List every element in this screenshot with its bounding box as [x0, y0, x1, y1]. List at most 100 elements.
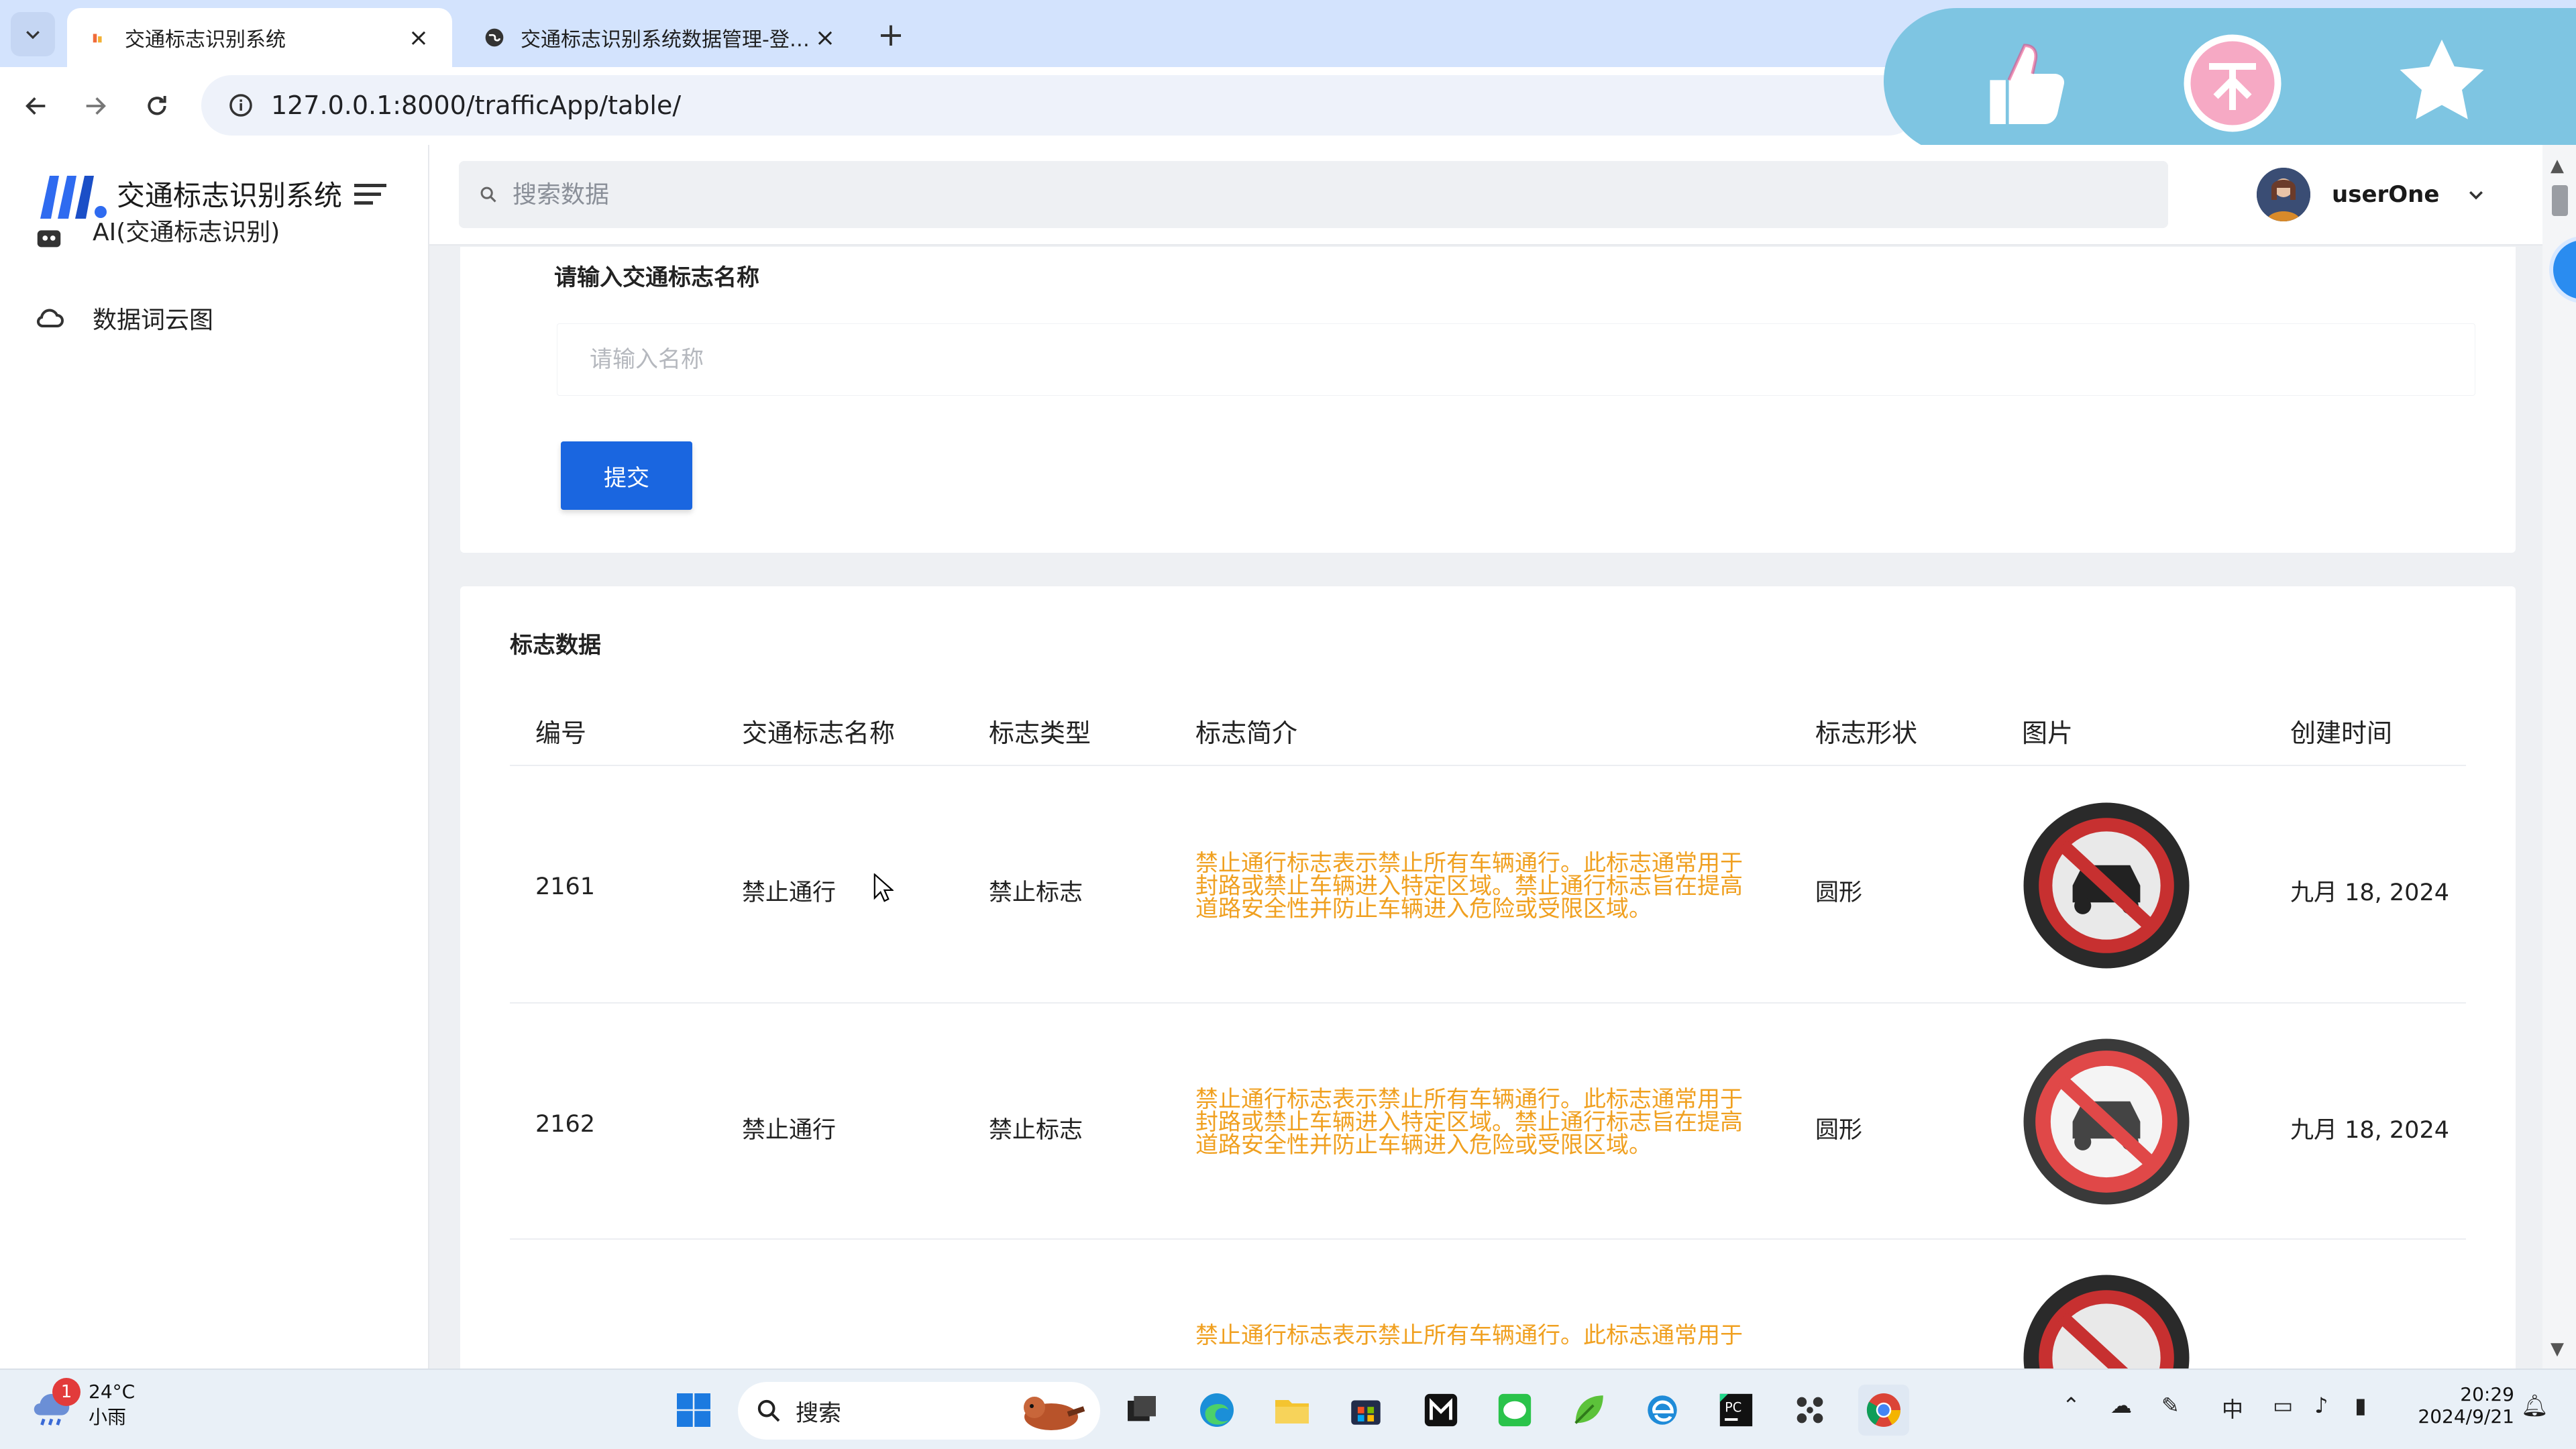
tab-search-button[interactable]	[11, 12, 55, 56]
column-header-desc[interactable]: 标志简介	[1195, 712, 1297, 749]
table-row[interactable]: 2162 禁止通行 禁止标志 禁止通行标志表示禁止所有车辆通行。此标志通常用于 …	[510, 1004, 2466, 1240]
task-view-icon[interactable]	[1116, 1385, 1167, 1436]
tab-title: 交通标志识别系统数据管理-登…	[521, 28, 810, 52]
cloud-sync-icon[interactable]: ☁	[2110, 1393, 2132, 1418]
desc-line: 封路或禁止车辆进入特定区域。禁止通行标志旨在提高	[1195, 1109, 1743, 1136]
mouse-cursor-icon	[873, 873, 894, 902]
chrome-icon[interactable]	[1858, 1385, 1909, 1436]
pycharm-icon[interactable]: PC	[1711, 1385, 1762, 1436]
volume-icon[interactable]: ♪	[2314, 1393, 2328, 1418]
battery-icon[interactable]: ▮	[2355, 1393, 2367, 1418]
taskbar-clock[interactable]: 20:29 2024/9/21	[2407, 1383, 2514, 1428]
close-icon[interactable]: ×	[812, 24, 839, 52]
coin-button[interactable]	[2179, 30, 2286, 137]
search-icon	[480, 186, 496, 203]
page-scrollbar[interactable]: ▲ ▼	[2542, 145, 2576, 1368]
ime-indicator[interactable]: 中	[2222, 1393, 2243, 1424]
arrow-left-icon	[25, 97, 46, 115]
weather-widget[interactable]: 1 24°C 小雨	[28, 1377, 135, 1430]
tab-traffic-system[interactable]: 交通标志识别系统 ×	[67, 8, 452, 67]
leaf-app-icon[interactable]	[1563, 1385, 1614, 1436]
desc-line: 道路安全性并防止车辆进入危险或受限区域。	[1195, 1132, 1652, 1159]
app-title: 交通标志识别系统	[117, 178, 343, 212]
submit-button[interactable]: 提交	[561, 441, 692, 510]
reload-button[interactable]	[137, 86, 177, 126]
sign-name-input[interactable]	[557, 323, 2475, 396]
cell-desc: 禁止通行标志表示禁止所有车辆通行。此标志通常用于	[1195, 1324, 1766, 1347]
user-menu[interactable]: userOne	[2257, 168, 2486, 221]
chevron-up-icon[interactable]: ⌃	[2062, 1393, 2080, 1418]
sign-data-card: 标志数据 编号 交通标志名称 标志类型 标志简介 标志形状 图片 创建时间 21…	[460, 586, 2516, 1368]
taskbar-search[interactable]: 搜索	[738, 1382, 1100, 1440]
url-text: 127.0.0.1:8000/trafficApp/table/	[271, 91, 682, 120]
cell-name: 禁止通行	[742, 879, 837, 906]
form-label: 请输入交通标志名称	[554, 264, 759, 291]
reload-icon	[148, 96, 166, 115]
ie-browser-icon[interactable]	[1637, 1385, 1688, 1436]
cell-desc: 禁止通行标志表示禁止所有车辆通行。此标志通常用于 封路或禁止车辆进入特定区域。禁…	[1195, 1088, 1766, 1157]
network-icon[interactable]: ▭	[2273, 1393, 2293, 1418]
column-header-image[interactable]: 图片	[2022, 712, 2073, 749]
coin-icon	[2184, 34, 2282, 132]
taskbar-search-label: 搜索	[796, 1399, 841, 1427]
user-name: userOne	[2332, 181, 2440, 208]
table-row[interactable]: 禁止通行标志表示禁止所有车辆通行。此标志通常用于	[510, 1240, 2466, 1368]
cell-type: 禁止标志	[989, 1117, 1083, 1144]
clock-date: 2024/9/21	[2418, 1405, 2514, 1428]
menu-toggle-icon[interactable]	[354, 180, 389, 209]
info-icon[interactable]	[228, 93, 254, 118]
scrollbar-thumb[interactable]	[2552, 185, 2568, 216]
favorite-button[interactable]	[2388, 30, 2496, 137]
store-icon[interactable]	[1340, 1385, 1391, 1436]
no-entry-sign-image[interactable]	[2022, 1273, 2191, 1368]
globe-icon	[483, 26, 506, 49]
like-button[interactable]	[1971, 30, 2078, 137]
edge-browser-icon[interactable]	[1191, 1385, 1242, 1436]
sidebar-item-ai[interactable]: AI(交通标志识别)	[32, 220, 280, 254]
notification-bell-icon[interactable]: 🔔︎	[2521, 1393, 2548, 1418]
sidebar-item-wordcloud[interactable]: 数据词云图	[32, 291, 213, 345]
grid-app-icon[interactable]	[1784, 1385, 1835, 1436]
desc-line: 禁止通行标志表示禁止所有车辆通行。此标志通常用于	[1195, 1322, 1743, 1349]
cell-type: 禁止标志	[989, 879, 1083, 906]
tab-data-management[interactable]: 交通标志识别系统数据管理-登… ×	[463, 8, 859, 67]
cloud-icon	[32, 301, 66, 335]
chevron-down-icon[interactable]	[2466, 184, 2486, 205]
column-header-created[interactable]: 创建时间	[2290, 712, 2392, 749]
back-button[interactable]	[16, 86, 56, 126]
os-taskbar: 1 24°C 小雨 搜索 PC ⌃ ☁ ✎ 中 ▭ ♪ ▮ 20:29 2024…	[0, 1368, 2576, 1449]
address-bar[interactable]: 127.0.0.1:8000/trafficApp/table/	[201, 75, 1919, 136]
app-m-icon[interactable]	[1415, 1385, 1466, 1436]
table-title: 标志数据	[510, 632, 601, 659]
search-icon	[757, 1399, 780, 1422]
global-search[interactable]	[459, 161, 2168, 228]
search-input[interactable]	[513, 180, 2055, 209]
close-icon[interactable]: ×	[405, 24, 432, 52]
wechat-icon[interactable]	[1489, 1385, 1540, 1436]
search-form-card: 请输入交通标志名称 提交	[460, 247, 2516, 553]
avatar[interactable]	[2257, 168, 2310, 221]
sidebar-item-label: 数据词云图	[93, 307, 214, 334]
app-favicon-icon	[87, 26, 110, 49]
column-header-shape[interactable]: 标志形状	[1815, 712, 1917, 749]
no-entry-sign-image[interactable]	[2022, 801, 2191, 970]
forward-button[interactable]	[75, 86, 115, 126]
start-button[interactable]	[668, 1385, 719, 1436]
table-row[interactable]: 2161 禁止通行 禁止标志 禁止通行标志表示禁止所有车辆通行。此标志通常用于 …	[510, 767, 2466, 1004]
column-header-id[interactable]: 编号	[535, 712, 586, 749]
app-header: userOne	[429, 145, 2576, 246]
column-header-type[interactable]: 标志类型	[989, 712, 1091, 749]
scroll-up-icon[interactable]: ▲	[2551, 156, 2564, 176]
pen-icon[interactable]: ✎	[2161, 1393, 2180, 1418]
cell-created: 九月 18, 2024	[2290, 1117, 2449, 1144]
table-header: 编号 交通标志名称 标志类型 标志简介 标志形状 图片 创建时间	[510, 699, 2466, 766]
column-header-name[interactable]: 交通标志名称	[742, 712, 895, 749]
weather-condition: 小雨	[89, 1406, 127, 1428]
no-entry-sign-image[interactable]	[2022, 1037, 2191, 1206]
svg-text:PC: PC	[1725, 1399, 1741, 1415]
cell-created: 九月 18, 2024	[2290, 879, 2449, 906]
scroll-down-icon[interactable]: ▼	[2551, 1339, 2564, 1359]
main-content: 请输入交通标志名称 提交 标志数据 编号 交通标志名称 标志类型 标志简介 标志…	[429, 247, 2536, 1368]
file-explorer-icon[interactable]	[1267, 1385, 1318, 1436]
new-tab-button[interactable]: +	[872, 16, 910, 54]
